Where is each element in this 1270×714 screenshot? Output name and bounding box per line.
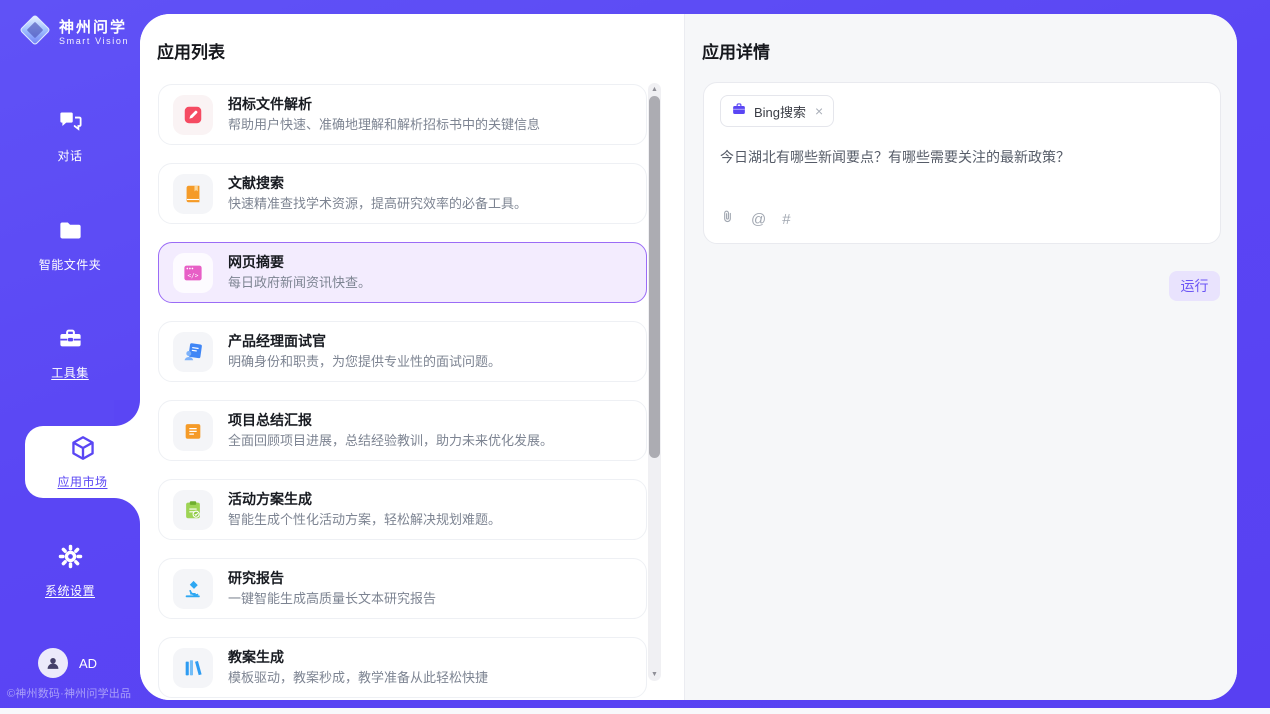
app-card-pm-interviewer[interactable]: 产品经理面试官 明确身份和职责，为您提供专业性的面试问题。 xyxy=(158,321,647,382)
prompt-input[interactable]: 今日湖北有哪些新闻要点？有哪些需要关注的最新政策？ xyxy=(720,147,1200,167)
app-card-title: 研究报告 xyxy=(228,571,436,586)
chat-icon xyxy=(57,108,84,140)
brand-name: 神州问学 xyxy=(59,19,129,36)
briefcase-icon xyxy=(731,101,747,122)
sidebar-item-toolset[interactable]: 工具集 xyxy=(0,325,140,381)
sidebar-item-label: 系统设置 xyxy=(45,582,95,599)
app-card-webpage-summary[interactable]: </> 网页摘要 每日政府新闻资讯快查。 xyxy=(158,242,647,303)
app-list-title: 应用列表 xyxy=(157,38,225,63)
bottom-strip xyxy=(0,708,1270,714)
user-account[interactable]: AD xyxy=(38,648,97,678)
app-card-event-plan[interactable]: 活动方案生成 智能生成个性化活动方案，轻松解决规划难题。 xyxy=(158,479,647,540)
app-card-list: 招标文件解析 帮助用户快速、准确地理解和解析招标书中的关键信息 文献搜索 快速精… xyxy=(158,84,647,700)
sidebar-item-chat[interactable]: 对话 xyxy=(0,108,140,164)
app-card-desc: 模板驱动，教案秒成，教学准备从此轻松快捷 xyxy=(228,671,488,685)
gear-icon xyxy=(57,543,84,575)
sidebar-item-label: 工具集 xyxy=(51,364,89,381)
app-card-desc: 每日政府新闻资讯快查。 xyxy=(228,276,371,290)
app-card-research-report[interactable]: 研究报告 一键智能生成高质量长文本研究报告 xyxy=(158,558,647,619)
hashtag-icon[interactable]: # xyxy=(782,212,790,227)
interviewer-icon xyxy=(173,332,213,372)
scroll-up-icon[interactable]: ▲ xyxy=(648,86,661,93)
diamond-logo-icon xyxy=(18,13,52,52)
mention-icon[interactable]: @ xyxy=(751,212,766,227)
app-card-tender-analysis[interactable]: 招标文件解析 帮助用户快速、准确地理解和解析招标书中的关键信息 xyxy=(158,84,647,145)
brand-subtitle: Smart Vision xyxy=(59,36,129,46)
clipboard-check-icon xyxy=(173,490,213,530)
attachment-icon[interactable] xyxy=(720,208,735,230)
literature-book-icon xyxy=(173,174,213,214)
cube-icon xyxy=(69,434,97,467)
toolbox-icon xyxy=(57,325,84,357)
brand-logo: 神州问学 Smart Vision xyxy=(18,13,129,52)
app-card-title: 教案生成 xyxy=(228,650,488,665)
app-card-desc: 明确身份和职责，为您提供专业性的面试问题。 xyxy=(228,355,501,369)
svg-text:</>: </> xyxy=(188,272,199,279)
tool-tag-label: Bing搜索 xyxy=(754,102,806,121)
list-scrollbar[interactable]: ▲ ▼ xyxy=(648,83,661,681)
app-list-pane: 应用列表 招标文件解析 帮助用户快速、准确地理解和解析招标书中的关键信息 xyxy=(140,14,684,700)
app-card-literature-search[interactable]: 文献搜索 快速精准查找学术资源，提高研究效率的必备工具。 xyxy=(158,163,647,224)
app-card-title: 网页摘要 xyxy=(228,255,371,270)
sidebar-item-smart-folder[interactable]: 智能文件夹 xyxy=(0,217,140,273)
sidebar-item-label: 对话 xyxy=(57,147,82,164)
app-card-title: 产品经理面试官 xyxy=(228,334,501,349)
research-microscope-icon xyxy=(173,569,213,609)
summary-note-icon xyxy=(173,411,213,451)
composer-toolbar: @ # xyxy=(720,208,791,230)
app-detail-pane: 应用详情 Bing搜索 × 今日湖北有哪些新闻要点？有哪些需要关注的最新政策？ xyxy=(684,14,1237,700)
webpage-code-icon: </> xyxy=(173,253,213,293)
app-card-desc: 帮助用户快速、准确地理解和解析招标书中的关键信息 xyxy=(228,118,540,132)
scrollbar-thumb[interactable] xyxy=(649,96,660,458)
run-button[interactable]: 运行 xyxy=(1169,271,1220,301)
main-content: 应用列表 招标文件解析 帮助用户快速、准确地理解和解析招标书中的关键信息 xyxy=(140,14,1237,700)
app-card-title: 项目总结汇报 xyxy=(228,413,553,428)
sidebar-item-settings[interactable]: 系统设置 xyxy=(0,543,140,599)
tab-curve-bottom xyxy=(114,498,140,524)
app-card-desc: 快速精准查找学术资源，提高研究效率的必备工具。 xyxy=(228,197,527,211)
scroll-down-icon[interactable]: ▼ xyxy=(648,671,661,678)
folder-icon xyxy=(57,217,84,249)
app-card-desc: 全面回顾项目进展，总结经验教训，助力未来优化发展。 xyxy=(228,434,553,448)
tender-edit-icon xyxy=(173,95,213,135)
app-card-project-summary[interactable]: 项目总结汇报 全面回顾项目进展，总结经验教训，助力未来优化发展。 xyxy=(158,400,647,461)
user-name: AD xyxy=(79,656,97,671)
lesson-books-icon xyxy=(173,648,213,688)
tool-tag-bing-search: Bing搜索 × xyxy=(720,95,834,127)
app-card-desc: 智能生成个性化活动方案，轻松解决规划难题。 xyxy=(228,513,501,527)
sidebar-item-app-market[interactable]: 应用市场 xyxy=(25,426,140,498)
tag-close-icon[interactable]: × xyxy=(815,104,823,118)
avatar xyxy=(38,648,68,678)
app-card-title: 文献搜索 xyxy=(228,176,527,191)
sidebar-item-label: 智能文件夹 xyxy=(39,256,102,273)
sidebar: 神州问学 Smart Vision 对话 智能文件夹 xyxy=(0,0,140,708)
app-card-desc: 一键智能生成高质量长文本研究报告 xyxy=(228,592,436,606)
copyright-footer: ©神州数码·神州问学出品 xyxy=(7,685,140,701)
app-card-lesson-plan[interactable]: 教案生成 模板驱动，教案秒成，教学准备从此轻松快捷 xyxy=(158,637,647,698)
app-card-title: 招标文件解析 xyxy=(228,97,540,112)
app-card-title: 活动方案生成 xyxy=(228,492,501,507)
app-detail-title: 应用详情 xyxy=(702,38,770,63)
sidebar-item-label: 应用市场 xyxy=(57,473,107,490)
tab-curve-top xyxy=(114,400,140,426)
prompt-composer: Bing搜索 × 今日湖北有哪些新闻要点？有哪些需要关注的最新政策？ @ # xyxy=(703,82,1221,244)
